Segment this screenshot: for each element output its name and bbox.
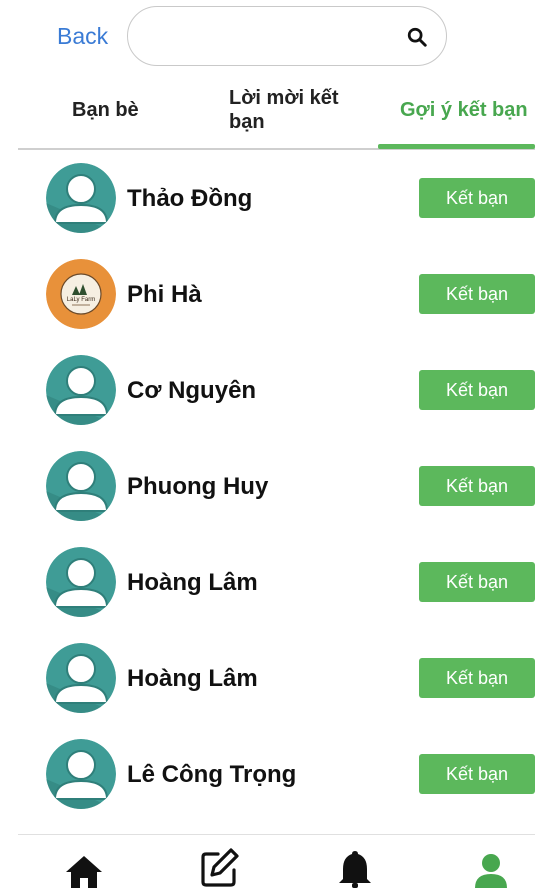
default-user-icon <box>46 451 116 521</box>
user-name[interactable]: Phuong Huy <box>127 473 268 501</box>
search-bar[interactable] <box>127 6 447 66</box>
avatar[interactable] <box>46 739 116 809</box>
tab-friends[interactable]: Bạn bè <box>72 98 139 122</box>
default-user-icon <box>46 547 116 617</box>
add-friend-button[interactable]: Kết bạn <box>419 274 535 314</box>
farm-logo-icon: LaLy Farm <box>46 259 116 329</box>
add-friend-button[interactable]: Kết bạn <box>419 466 535 506</box>
add-friend-button[interactable]: Kết bạn <box>419 754 535 794</box>
list-item: Hoàng Lâm Kết bạn <box>0 534 535 630</box>
user-icon[interactable] <box>474 852 508 888</box>
back-button[interactable]: Back <box>57 23 108 50</box>
list-item: Phuong Huy Kết bạn <box>0 438 535 534</box>
add-friend-button[interactable]: Kết bạn <box>419 370 535 410</box>
bottom-nav-divider <box>18 834 535 835</box>
default-user-icon <box>46 739 116 809</box>
user-name[interactable]: Lê Công Trọng <box>127 761 296 789</box>
add-friend-button[interactable]: Kết bạn <box>419 562 535 602</box>
add-friend-button[interactable]: Kết bạn <box>419 178 535 218</box>
user-name[interactable]: Phi Hà <box>127 281 202 309</box>
avatar[interactable] <box>46 547 116 617</box>
avatar[interactable] <box>46 451 116 521</box>
search-icon[interactable] <box>406 26 428 48</box>
tab-friend-suggestions[interactable]: Gợi ý kết bạn <box>400 98 528 122</box>
add-friend-button[interactable]: Kết bạn <box>419 658 535 698</box>
user-name[interactable]: Hoàng Lâm <box>127 569 258 597</box>
logo-text: LaLy Farm <box>67 297 95 303</box>
default-user-icon <box>46 355 116 425</box>
tab-friend-requests[interactable]: Lời mời kết bạn <box>229 86 359 134</box>
avatar[interactable]: LaLy Farm <box>46 259 116 329</box>
default-user-icon <box>46 643 116 713</box>
bell-icon[interactable] <box>336 849 374 888</box>
edit-icon[interactable] <box>198 846 240 888</box>
search-input[interactable] <box>146 19 410 55</box>
list-item: Lê Công Trọng Kết bạn <box>0 726 535 822</box>
home-icon[interactable] <box>64 854 104 888</box>
avatar[interactable] <box>46 163 116 233</box>
user-name[interactable]: Cơ Nguyên <box>127 377 256 405</box>
user-name[interactable]: Thảo Đồng <box>127 185 252 213</box>
list-item: Cơ Nguyên Kết bạn <box>0 342 535 438</box>
avatar[interactable] <box>46 355 116 425</box>
active-tab-indicator <box>378 144 535 149</box>
list-item: LaLy Farm Phi Hà Kết bạn <box>0 246 535 342</box>
avatar[interactable] <box>46 643 116 713</box>
list-item: Thảo Đồng Kết bạn <box>0 150 535 246</box>
user-name[interactable]: Hoàng Lâm <box>127 665 258 693</box>
default-user-icon <box>46 163 116 233</box>
list-item: Hoàng Lâm Kết bạn <box>0 630 535 726</box>
